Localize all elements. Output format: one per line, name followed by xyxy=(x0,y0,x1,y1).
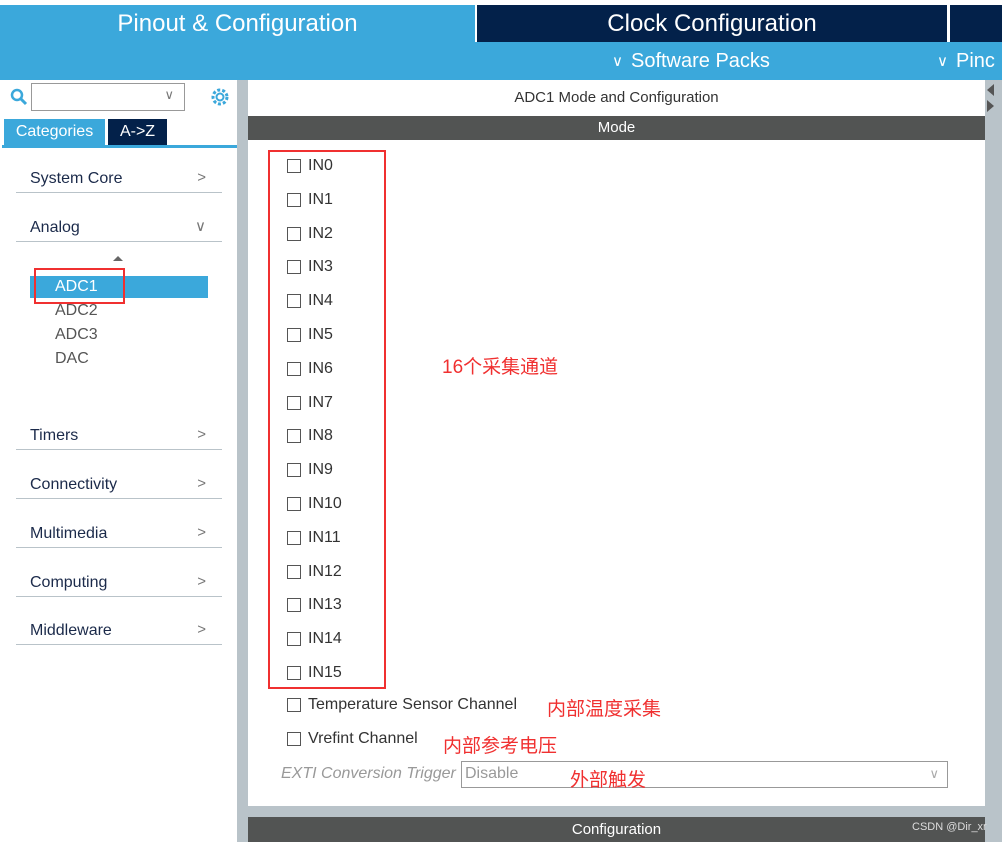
arrow-right-icon[interactable] xyxy=(987,100,994,112)
chevron-down-icon: ∨ xyxy=(929,766,939,781)
category-computing[interactable]: Computing > xyxy=(16,567,222,597)
search-icon[interactable] xyxy=(10,88,28,106)
exti-select[interactable]: Disable ∨ xyxy=(461,761,948,788)
tab-underline xyxy=(2,145,237,148)
sidebar: ∨ Categories A->Z System Core > Analog ∨ A… xyxy=(0,80,237,842)
search-input[interactable]: ∨ xyxy=(31,83,185,111)
category-label: Multimedia xyxy=(30,525,108,542)
tab-pinout-configuration[interactable]: Pinout & Configuration xyxy=(0,5,475,42)
sidebar-item-dac[interactable]: DAC xyxy=(55,350,89,368)
annotation-box xyxy=(34,268,125,304)
gear-icon[interactable] xyxy=(209,86,231,108)
watermark: CSDN @Dir_xr xyxy=(912,821,987,833)
annotation-exti: 外部触发 xyxy=(570,770,647,791)
category-label: Computing xyxy=(30,574,108,591)
chevron-right-icon: > xyxy=(197,169,206,186)
annotation-box xyxy=(268,150,386,689)
category-label: Analog xyxy=(30,219,80,236)
category-system-core[interactable]: System Core > xyxy=(16,163,222,193)
tab-a-z[interactable]: A->Z xyxy=(108,119,167,145)
category-label: Connectivity xyxy=(30,476,118,493)
tab-categories[interactable]: Categories xyxy=(4,119,105,145)
checkbox[interactable] xyxy=(287,698,301,712)
category-timers[interactable]: Timers > xyxy=(16,420,222,450)
chevron-down-icon: ∨ xyxy=(937,53,948,70)
checkbox-label: Temperature Sensor Channel xyxy=(308,696,518,713)
category-label: Timers xyxy=(30,427,79,444)
tab-more[interactable] xyxy=(950,5,1002,42)
chevron-down-icon: ∨ xyxy=(164,87,174,102)
tab-label: Categories xyxy=(15,123,94,140)
scroll-up-icon[interactable] xyxy=(113,256,123,261)
sidebar-item-adc2[interactable]: ADC2 xyxy=(55,302,98,320)
mode-header: Mode xyxy=(248,116,985,140)
sub-toolbar: ∨ Software Packs ∨ Pinc xyxy=(0,42,1002,80)
chevron-right-icon: > xyxy=(197,426,206,443)
vrefint-checkbox[interactable]: Vrefint Channel xyxy=(287,730,418,748)
temperature-sensor-checkbox[interactable]: Temperature Sensor Channel xyxy=(287,696,517,714)
category-connectivity[interactable]: Connectivity > xyxy=(16,469,222,499)
checkbox-label: Vrefint Channel xyxy=(308,730,418,747)
category-multimedia[interactable]: Multimedia > xyxy=(16,518,222,548)
sidebar-item-adc3[interactable]: ADC3 xyxy=(55,326,98,344)
menu-label: Software Packs xyxy=(630,49,770,72)
configuration-header: Configuration xyxy=(248,817,985,842)
software-packs-menu[interactable]: ∨ Software Packs xyxy=(612,42,770,80)
tab-clock-configuration[interactable]: Clock Configuration xyxy=(477,5,947,42)
arrow-left-icon[interactable] xyxy=(987,84,994,96)
annotation-vref: 内部参考电压 xyxy=(443,736,558,757)
checkbox[interactable] xyxy=(287,732,301,746)
splitter[interactable] xyxy=(237,80,248,842)
chevron-right-icon: > xyxy=(197,621,206,638)
category-label: Middleware xyxy=(30,622,112,639)
tab-label: Pinout & Configuration xyxy=(117,9,358,37)
exti-label: EXTI Conversion Trigger xyxy=(281,765,456,782)
chevron-down-icon: ∨ xyxy=(195,218,206,235)
category-analog[interactable]: Analog ∨ xyxy=(16,212,222,242)
category-label: System Core xyxy=(30,170,123,187)
annotation-temp: 内部温度采集 xyxy=(547,699,662,720)
annotation-channels: 16个采集通道 xyxy=(442,357,559,378)
category-middleware[interactable]: Middleware > xyxy=(16,615,222,645)
pinout-menu[interactable]: ∨ Pinc xyxy=(937,42,995,80)
menu-label: Pinc xyxy=(955,49,995,72)
panel-title: ADC1 Mode and Configuration xyxy=(514,89,719,106)
tab-label: Clock Configuration xyxy=(607,9,817,37)
chevron-right-icon: > xyxy=(197,475,206,492)
chevron-right-icon: > xyxy=(197,524,206,541)
chevron-right-icon: > xyxy=(197,573,206,590)
tab-label: A->Z xyxy=(119,123,156,140)
select-value: Disable xyxy=(465,765,519,782)
chevron-down-icon: ∨ xyxy=(612,53,623,70)
scrollbar[interactable] xyxy=(985,80,1002,842)
